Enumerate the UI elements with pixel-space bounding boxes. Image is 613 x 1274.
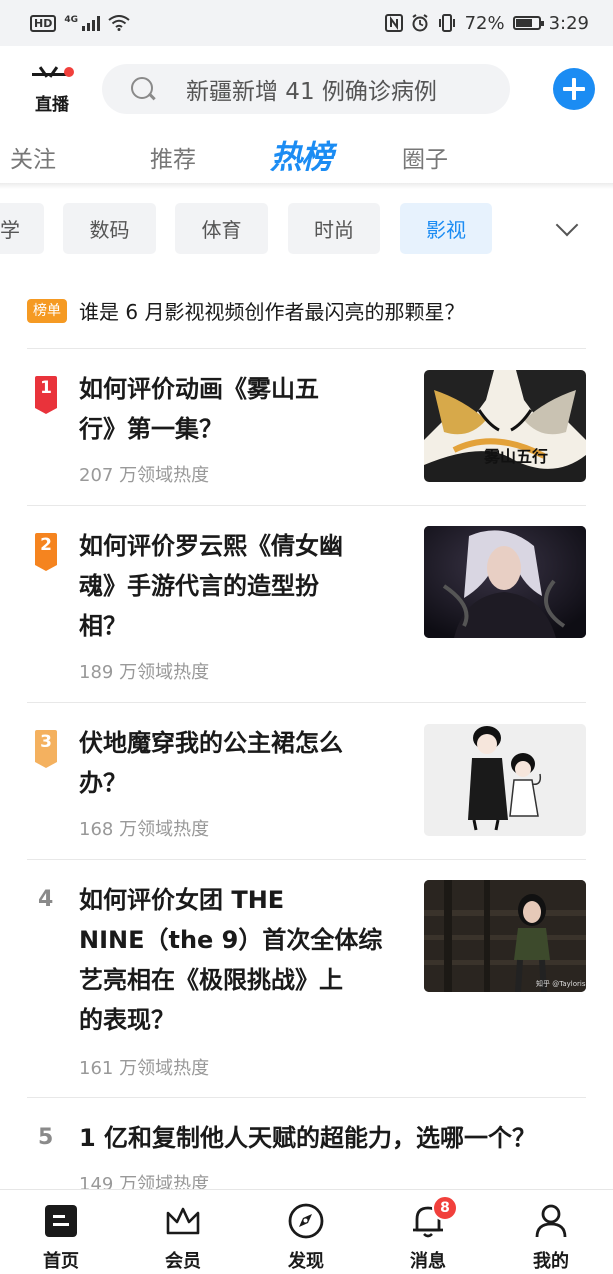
list-item[interactable]: 2 如何评价罗云熙《倩女幽 魂》手游代言的造型扮 相？ 189 万领域热度 xyxy=(0,506,613,703)
list-item[interactable]: 4 如何评价女团 THE NINE（the 9）首次全体综 艺亮相在《极限挑战》上的… xyxy=(0,860,613,1098)
question-title: 1 亿和复制他人天赋的超能力，选哪一个？ xyxy=(79,1124,537,1152)
nav-profile[interactable]: 我的 xyxy=(501,1190,601,1274)
rank-number: 4 xyxy=(38,887,54,912)
heat-count: 189 万领域热度 xyxy=(79,662,210,683)
heat-count: 168 万领域热度 xyxy=(79,819,210,840)
heat-count: 161 万领域热度 xyxy=(79,1058,210,1079)
network-type: 4G xyxy=(64,14,78,25)
wifi-icon xyxy=(108,15,130,31)
person-icon xyxy=(531,1201,571,1241)
top-tabs: 关注 推荐 热榜 圈子 xyxy=(0,132,613,184)
notification-badge: 8 xyxy=(432,1195,458,1221)
chip-sports[interactable]: 体育 xyxy=(175,203,268,254)
chip-film-tv[interactable]: 影视 xyxy=(400,203,492,254)
nav-label: 我的 xyxy=(533,1251,569,1272)
bottom-nav: 首页 会员 发现 8 消息 我的 xyxy=(0,1189,613,1274)
rank-number: 5 xyxy=(38,1125,54,1150)
nav-label: 发现 xyxy=(288,1251,324,1272)
nfc-icon xyxy=(384,14,403,32)
search-bar[interactable]: 新疆新增 41 例确诊病例 xyxy=(102,64,510,114)
chevron-down-icon[interactable] xyxy=(555,213,579,237)
list-item[interactable]: 3 伏地魔穿我的公主裙怎么 办？ 168 万领域热度 xyxy=(0,703,613,860)
thumbnail-credit-text: 知乎 @Taylorisu xyxy=(536,979,586,988)
status-left: HD 4G xyxy=(30,14,130,32)
bell-icon: 8 xyxy=(408,1195,458,1241)
heat-count: 149 万领域热度 xyxy=(79,1174,210,1189)
home-icon xyxy=(41,1201,81,1241)
ranking-banner-text: 谁是 6 月影视视频创作者最闪亮的那颗星？ xyxy=(79,300,465,324)
status-right: 72% 3:29 xyxy=(384,12,589,34)
tab-follow[interactable]: 关注 xyxy=(10,140,56,174)
live-dot-indicator xyxy=(64,67,74,77)
heat-count: 207 万领域热度 xyxy=(79,465,210,486)
search-icon xyxy=(130,76,156,102)
signal-icon xyxy=(82,15,100,31)
question-title: 伏地魔穿我的公主裙怎么 办？ xyxy=(79,729,343,797)
thumbnail-image xyxy=(424,724,586,836)
chip-partial[interactable]: 学 xyxy=(0,203,44,254)
status-bar: HD 4G 72% 3:29 xyxy=(0,0,613,46)
ranking-badge: 榜单 xyxy=(27,298,67,323)
thumbnail-image xyxy=(424,526,586,638)
alarm-icon xyxy=(412,14,428,32)
ranking-banner[interactable]: 榜单 谁是 6 月影视视频创作者最闪亮的那颗星？ xyxy=(27,296,464,325)
chip-fashion[interactable]: 时尚 xyxy=(288,203,380,254)
hd-indicator: HD xyxy=(30,14,57,32)
rank-badge: 2 xyxy=(35,533,57,571)
live-button[interactable]: 直播 xyxy=(30,63,74,115)
nav-label: 会员 xyxy=(165,1251,201,1272)
thumbnail-logo-text: 雾山五行 xyxy=(483,447,548,466)
rank-badge: 1 xyxy=(35,376,57,414)
tab-hot-list[interactable]: 热榜 xyxy=(270,132,333,178)
rank-badge: 3 xyxy=(35,730,57,768)
nav-home[interactable]: 首页 xyxy=(11,1190,111,1274)
chip-digital[interactable]: 数码 xyxy=(63,203,156,254)
live-label: 直播 xyxy=(35,95,69,115)
nav-messages[interactable]: 8 消息 xyxy=(378,1190,478,1274)
nav-discover[interactable]: 发现 xyxy=(256,1190,356,1274)
list-item[interactable]: 5 1 亿和复制他人天赋的超能力，选哪一个？ 149 万领域热度 xyxy=(0,1098,613,1189)
question-title: 如何评价罗云熙《倩女幽 魂》手游代言的造型扮 相？ xyxy=(79,532,343,640)
battery-percent: 72% xyxy=(464,12,505,34)
compass-icon xyxy=(286,1201,326,1241)
question-title: 如何评价女团 THE NINE（the 9）首次全体综 艺亮相在《极限挑战》上 的表现… xyxy=(79,886,383,1034)
plus-circle-icon[interactable] xyxy=(553,68,595,110)
tabs-divider xyxy=(0,183,613,189)
tab-circle[interactable]: 圈子 xyxy=(402,140,448,174)
tab-recommend[interactable]: 推荐 xyxy=(150,140,196,174)
category-chips: 学 数码 体育 时尚 影视 xyxy=(0,203,613,255)
thumbnail-image: 知乎 @Taylorisu xyxy=(424,880,586,992)
nav-label: 消息 xyxy=(410,1251,446,1272)
crown-icon xyxy=(163,1201,203,1241)
clock-time: 3:29 xyxy=(548,12,589,34)
vibrate-icon xyxy=(438,14,455,32)
app-header: 直播 新疆新增 41 例确诊病例 xyxy=(0,46,613,132)
tv-icon xyxy=(32,73,68,85)
nav-label: 首页 xyxy=(43,1251,79,1272)
question-title: 如何评价动画《雾山五 行》第一集？ xyxy=(79,375,319,443)
search-placeholder: 新疆新增 41 例确诊病例 xyxy=(186,79,437,105)
thumbnail-image: 雾山五行 xyxy=(424,370,586,482)
nav-member[interactable]: 会员 xyxy=(133,1190,233,1274)
battery-icon xyxy=(512,16,544,30)
list-item[interactable]: 1 如何评价动画《雾山五 行》第一集？ 207 万领域热度 雾山五行 xyxy=(0,349,613,506)
